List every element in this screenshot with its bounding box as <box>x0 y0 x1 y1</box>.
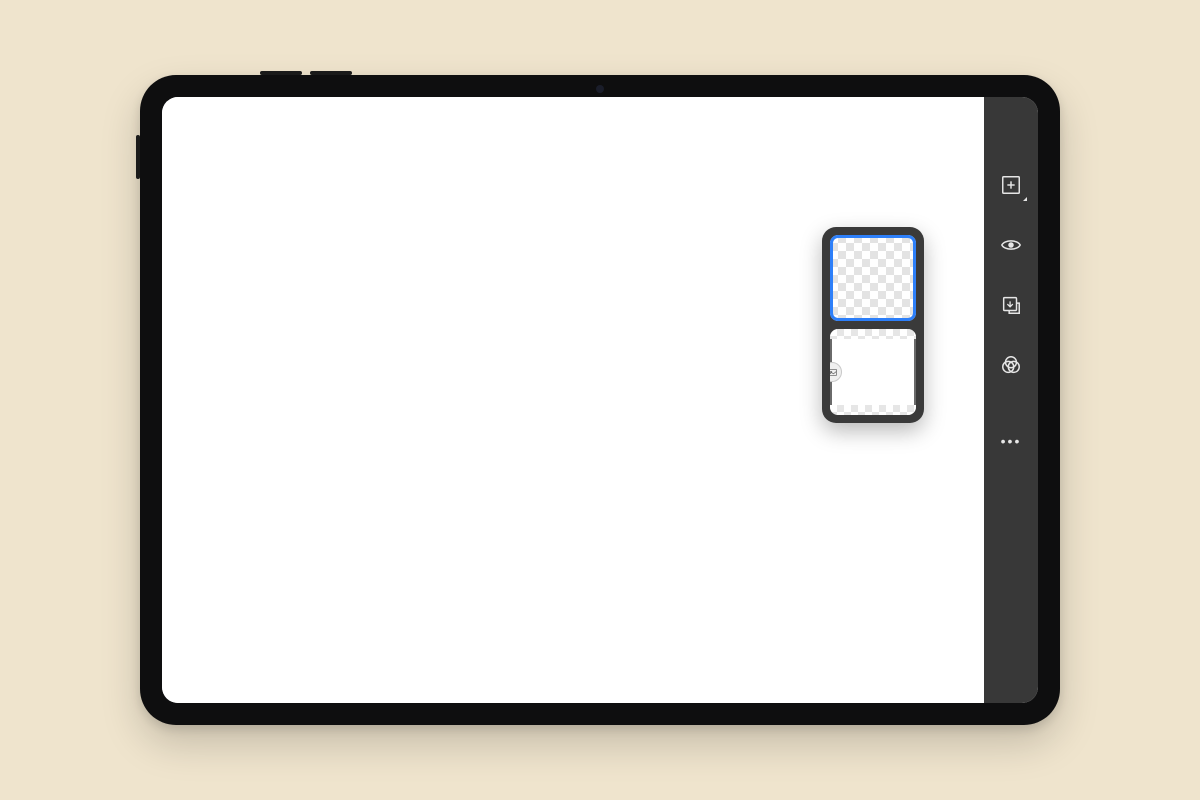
power-button <box>136 135 140 179</box>
app-screen: ••• <box>162 97 1038 703</box>
layer-visibility-button[interactable] <box>993 227 1029 263</box>
right-toolbar: ••• <box>984 97 1038 703</box>
layer-thumbnail-selected[interactable] <box>830 235 916 321</box>
flyout-indicator-icon <box>1023 197 1027 201</box>
more-options-button[interactable]: ••• <box>1001 433 1022 449</box>
plus-square-icon <box>1000 174 1022 196</box>
layer-down-icon <box>1000 294 1022 316</box>
venn-icon <box>1000 354 1022 376</box>
eye-icon <box>1000 234 1022 256</box>
add-layer-button[interactable] <box>993 167 1029 203</box>
checker-decoration <box>830 405 916 415</box>
tablet-device-frame: ••• <box>140 75 1060 725</box>
volume-button <box>310 71 352 75</box>
layers-popover <box>822 227 924 423</box>
front-camera <box>596 85 604 93</box>
volume-button <box>260 71 302 75</box>
layer-properties-button[interactable] <box>993 287 1029 323</box>
checker-decoration <box>830 329 916 339</box>
smart-object-badge <box>830 362 842 382</box>
layer-thumbnail-background[interactable] <box>830 329 916 415</box>
blend-mode-button[interactable] <box>993 347 1029 383</box>
drawing-canvas[interactable] <box>162 97 984 703</box>
image-icon <box>830 367 838 378</box>
